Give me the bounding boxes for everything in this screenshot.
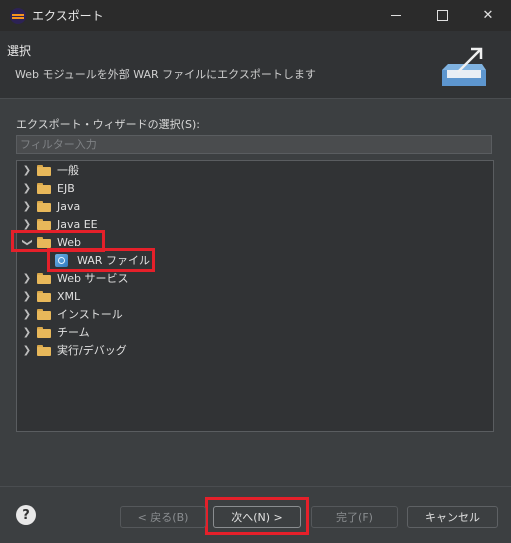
help-icon[interactable]: ? (16, 505, 36, 525)
chevron-right-icon[interactable]: ❯ (21, 201, 33, 212)
filter-input[interactable] (20, 138, 488, 151)
minimize-icon (391, 15, 401, 16)
page-description: Web モジュールを外部 WAR ファイルにエクスポートします (15, 68, 316, 81)
folder-icon (37, 344, 52, 356)
close-button[interactable]: ✕ (465, 0, 511, 31)
tree-item-team[interactable]: ❯ チーム (21, 323, 90, 341)
window-title: エクスポート (32, 9, 104, 23)
eclipse-icon (10, 8, 26, 24)
tree-item-label: 一般 (57, 164, 79, 177)
filter-field[interactable] (16, 135, 492, 154)
tree-item-run-debug[interactable]: ❯ 実行/デバッグ (21, 341, 127, 359)
chevron-right-icon[interactable]: ❯ (21, 165, 33, 176)
wizard-tree[interactable]: ❯ 一般 ❯ EJB ❯ Java ❯ Java EE ❯ Web WAR ファイル ❯ W… (16, 160, 494, 432)
maximize-button[interactable] (419, 0, 465, 31)
folder-icon (37, 182, 52, 194)
wizard-selection-label: エクスポート・ウィザードの選択(S): (16, 118, 200, 131)
tree-item-ejb[interactable]: ❯ EJB (21, 179, 75, 197)
finish-button[interactable]: 完了(F) (311, 506, 398, 528)
folder-icon (37, 164, 52, 176)
tree-item-label: XML (57, 289, 81, 303)
folder-icon (37, 308, 52, 320)
tree-item-label: チーム (57, 326, 90, 339)
page-title: 選択 (7, 44, 32, 58)
tree-item-label: Java EE (57, 217, 98, 231)
folder-icon (37, 218, 52, 230)
title-bar: エクスポート ✕ (0, 0, 511, 31)
tree-item-xml[interactable]: ❯ XML (21, 287, 80, 305)
chevron-right-icon[interactable]: ❯ (21, 273, 33, 284)
close-icon: ✕ (482, 8, 494, 23)
highlight-war-file (47, 248, 155, 272)
footer-divider (0, 486, 511, 487)
tree-item-install[interactable]: ❯ インストール (21, 305, 123, 323)
folder-icon (37, 326, 52, 338)
chevron-right-icon[interactable]: ❯ (21, 291, 33, 302)
tree-item-label: EJB (57, 181, 75, 195)
cancel-button[interactable]: キャンセル (407, 506, 498, 528)
minimize-button[interactable] (373, 0, 419, 31)
back-button[interactable]: < 戻る(B) (120, 506, 206, 528)
tree-item-java[interactable]: ❯ Java (21, 197, 80, 215)
tree-item-label: インストール (57, 308, 123, 321)
tree-item-label: Web サービス (57, 272, 129, 285)
tree-item-general[interactable]: ❯ 一般 (21, 161, 79, 179)
chevron-right-icon[interactable]: ❯ (21, 327, 33, 338)
chevron-right-icon[interactable]: ❯ (21, 345, 33, 356)
tree-item-label: Java (57, 199, 81, 213)
chevron-right-icon[interactable]: ❯ (21, 219, 33, 230)
folder-icon (37, 272, 52, 284)
maximize-icon (436, 10, 448, 21)
chevron-right-icon[interactable]: ❯ (21, 183, 33, 194)
chevron-right-icon[interactable]: ❯ (21, 309, 33, 320)
export-wizard-icon (442, 47, 486, 86)
tree-item-label: 実行/デバッグ (57, 344, 127, 357)
folder-icon (37, 200, 52, 212)
folder-icon (37, 290, 52, 302)
wizard-header: 選択 Web モジュールを外部 WAR ファイルにエクスポートします (0, 31, 511, 99)
next-button[interactable]: 次へ(N) > (213, 506, 301, 528)
